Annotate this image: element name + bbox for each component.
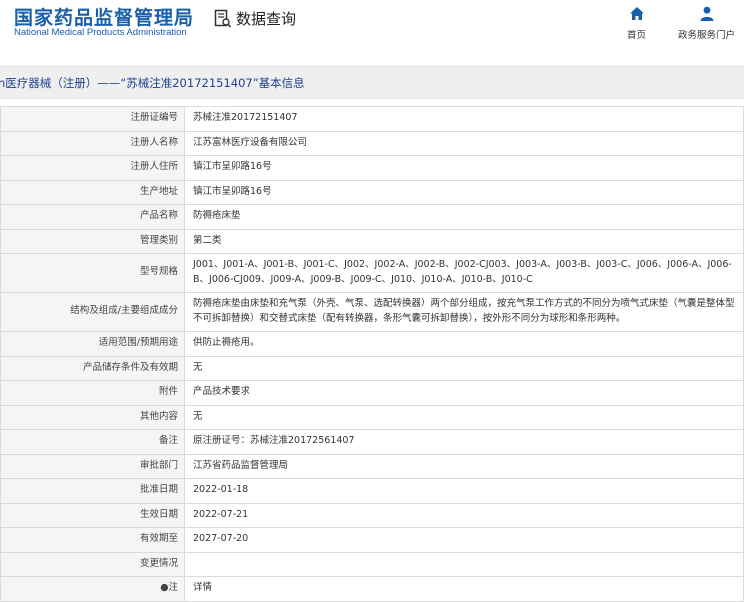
field-value: 供防止褥疮用。 bbox=[184, 331, 744, 357]
field-value: 原注册证号：苏械注准20172561407 bbox=[184, 429, 744, 455]
field-value: 江苏富林医疗设备有限公司 bbox=[184, 130, 744, 156]
field-value bbox=[184, 551, 744, 577]
table-row: 结构及组成/主要组成成分 防褥疮床垫由床垫和充气泵（外壳、气泵、选配转换器）两个部… bbox=[0, 292, 744, 332]
table-row: 变更情况 bbox=[0, 551, 744, 577]
table-row: 适用范围/预期用途 供防止褥疮用。 bbox=[0, 331, 744, 357]
field-label: 型号规格 bbox=[0, 253, 185, 293]
field-label: 产品名称 bbox=[0, 204, 185, 230]
field-value: 苏械注准20172151407 bbox=[184, 106, 744, 132]
table-row: 注册人名称 江苏富林医疗设备有限公司 bbox=[0, 130, 744, 156]
field-value: 产品技术要求 bbox=[184, 380, 744, 406]
field-value: 无 bbox=[184, 404, 744, 430]
site-logo-subtitle: National Medical Products Administration bbox=[14, 27, 187, 38]
field-value: 2022-07-21 bbox=[184, 502, 744, 528]
field-value: 镇江市呈卯路16号 bbox=[184, 155, 744, 181]
field-label: 变更情况 bbox=[0, 551, 185, 577]
field-label: 有效期至 bbox=[0, 527, 185, 553]
table-row: ●注 详情 bbox=[0, 576, 744, 602]
field-label: 附件 bbox=[0, 380, 185, 406]
document-search-icon bbox=[214, 9, 232, 28]
home-icon bbox=[629, 7, 644, 20]
field-value: 第二类 bbox=[184, 228, 744, 254]
field-label: 管理类别 bbox=[0, 228, 185, 254]
field-label: 备注 bbox=[0, 429, 185, 455]
table-row: 产品名称 防褥疮床垫 bbox=[0, 204, 744, 230]
field-label: 适用范围/预期用途 bbox=[0, 331, 185, 357]
field-value: 2022-01-18 bbox=[184, 478, 744, 504]
table-row: 生效日期 2022-07-21 bbox=[0, 502, 744, 528]
field-value: J001、J001-A、J001-B、J001-C、J002、J002-A、J0… bbox=[184, 253, 744, 293]
site-header: 国家药品监督管理局 National Medical Products Admi… bbox=[0, 0, 744, 62]
table-row: 注册证编号 苏械注准20172151407 bbox=[0, 106, 744, 132]
table-row: 附件 产品技术要求 bbox=[0, 380, 744, 406]
registration-info-table: 注册证编号 苏械注准20172151407 注册人名称 江苏富林医疗设备有限公司 注册人… bbox=[0, 106, 744, 602]
table-row: 生产地址 镇江市呈卯路16号 bbox=[0, 179, 744, 205]
table-row: 有效期至 2027-07-20 bbox=[0, 527, 744, 553]
details-link[interactable]: 详情 bbox=[184, 576, 744, 602]
table-row: 型号规格 J001、J001-A、J001-B、J001-C、J002、J002-… bbox=[0, 253, 744, 293]
user-icon bbox=[700, 6, 713, 21]
table-row: 产品储存条件及有效期无 bbox=[0, 355, 744, 381]
table-row: 审批部门 江苏省药品监督管理局 bbox=[0, 453, 744, 479]
field-value: 江苏省药品监督管理局 bbox=[184, 453, 744, 479]
table-row: 批准日期 2022-01-18 bbox=[0, 478, 744, 504]
field-value: 防褥疮床垫由床垫和充气泵（外壳、气泵、选配转换器）两个部分组成，按充气泵工作方式… bbox=[184, 292, 744, 332]
field-label: 注册证编号 bbox=[0, 106, 185, 132]
field-value: 无 bbox=[184, 355, 744, 381]
field-value: 2027-07-20 bbox=[184, 527, 744, 553]
table-row: 管理类别 第二类 bbox=[0, 228, 744, 254]
field-label: 注册人名称 bbox=[0, 130, 185, 156]
field-label: 注册人住所 bbox=[0, 155, 185, 181]
nav-home[interactable]: 首页 bbox=[627, 6, 646, 41]
table-row: 备注 原注册证号：苏械注准20172561407 bbox=[0, 429, 744, 455]
field-label: 生效日期 bbox=[0, 502, 185, 528]
field-label: 其他内容 bbox=[0, 404, 185, 430]
breadcrumb-bar: n医疗器械（注册）——“苏械注准20172151407”基本信息 bbox=[0, 66, 744, 99]
table-row: 其他内容无 bbox=[0, 404, 744, 430]
field-label: 结构及组成/主要组成成分 bbox=[0, 292, 185, 332]
site-logo-title[interactable]: 国家药品监督管理局 bbox=[14, 3, 194, 30]
nav-service-portal[interactable]: 政务服务门户 bbox=[678, 6, 735, 41]
nav-portal-label: 政务服务门户 bbox=[678, 30, 736, 41]
field-value: 防褥疮床垫 bbox=[184, 204, 744, 230]
field-label: 生产地址 bbox=[0, 179, 185, 205]
breadcrumb: n医疗器械（注册）——“苏械注准20172151407”基本信息 bbox=[0, 76, 305, 90]
data-query-heading: 数据查询 bbox=[214, 8, 296, 29]
field-label: ●注 bbox=[0, 576, 185, 602]
field-value: 镇江市呈卯路16号 bbox=[184, 179, 744, 205]
field-label: 批准日期 bbox=[0, 478, 185, 504]
field-label: 审批部门 bbox=[0, 453, 185, 479]
section-title: 数据查询 bbox=[236, 10, 297, 28]
nav-home-label: 首页 bbox=[627, 30, 647, 41]
field-label: 产品储存条件及有效期 bbox=[0, 355, 185, 381]
table-row: 注册人住所 镇江市呈卯路16号 bbox=[0, 155, 744, 181]
